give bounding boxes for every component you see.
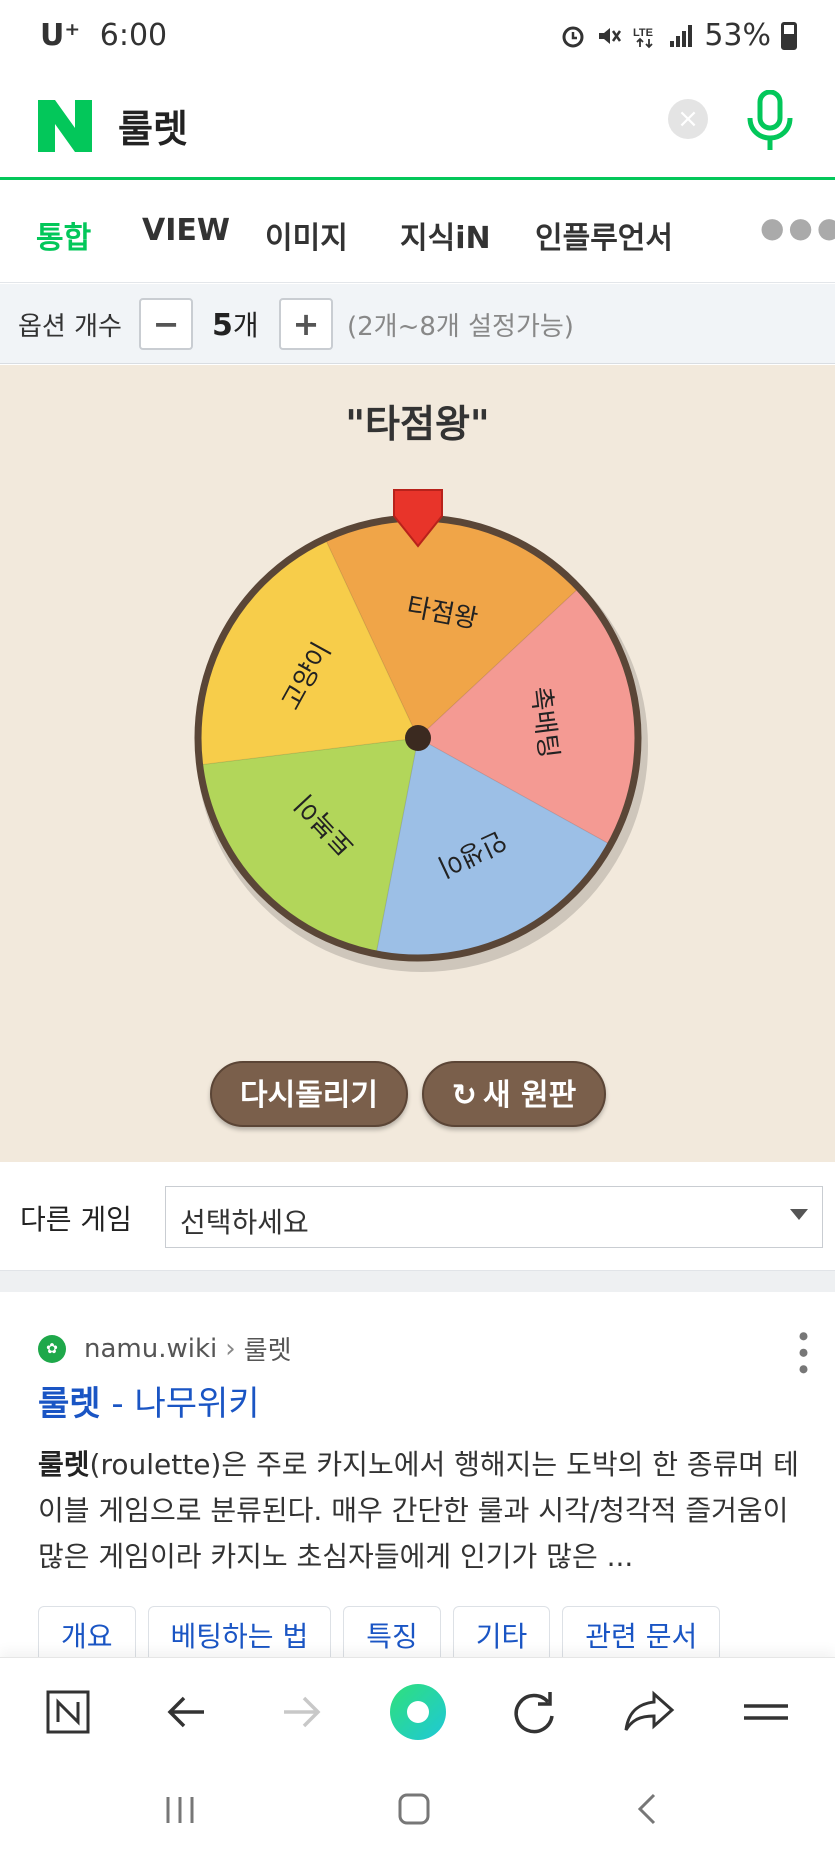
tab-images[interactable]: 이미지 <box>265 213 348 257</box>
decrease-button[interactable]: − <box>139 298 193 350</box>
forward-icon[interactable] <box>270 1680 334 1744</box>
roulette-wheel[interactable]: 타점왕촉배팅인생이토복이고양이 <box>150 468 686 1008</box>
home-icon[interactable] <box>384 1789 444 1829</box>
other-game-row: 다른 게임 선택하세요 <box>0 1162 835 1270</box>
result-title-main: 룰렛 <box>38 1384 101 1424</box>
namu-wiki-favicon-icon: ✿ <box>38 1334 66 1363</box>
search-query[interactable]: 룰렛 <box>118 98 188 153</box>
breadcrumb-separator: › <box>225 1333 236 1364</box>
share-icon[interactable] <box>618 1680 682 1744</box>
option-range-hint: (2개~8개 설정가능) <box>347 312 574 342</box>
tab-view[interactable]: VIEW <box>142 213 230 248</box>
back-nav-icon[interactable] <box>618 1789 678 1829</box>
recent-apps-icon[interactable] <box>150 1789 210 1829</box>
clear-search-button[interactable]: × <box>668 99 708 139</box>
battery-percent: 53% <box>704 18 771 53</box>
mic-icon[interactable] <box>745 90 795 152</box>
mute-icon <box>599 27 622 44</box>
game-select-value: 선택하세요 <box>180 1206 309 1239</box>
more-options-icon[interactable]: ••• <box>786 1328 819 1378</box>
naver-home-icon[interactable] <box>36 1680 100 1744</box>
search-result-card: ✿ namu.wiki › 룰렛 ••• 룰렛 - 나무위키 룰렛(roulet… <box>0 1292 835 1668</box>
tab-influencer[interactable]: 인플루언서 <box>535 213 673 257</box>
section-divider <box>0 1270 835 1292</box>
increase-button[interactable]: + <box>279 298 333 350</box>
snippet-text: (roulette)은 주로 카지노에서 행해지는 도박의 한 종류며 테이블 … <box>38 1448 799 1573</box>
green-dot-icon[interactable] <box>386 1680 450 1744</box>
spin-again-button[interactable]: 다시돌리기 <box>210 1061 408 1127</box>
option-count-value: 5개 <box>212 304 259 344</box>
search-header: 룰렛 × <box>0 78 835 180</box>
game-select[interactable]: 선택하세요 <box>165 1186 823 1248</box>
close-icon: × <box>677 104 699 134</box>
status-left: U⁺ 6:00 <box>40 18 167 53</box>
result-title-link[interactable]: 룰렛 - 나무위키 <box>38 1376 260 1425</box>
signal-icon <box>670 24 693 47</box>
new-wheel-label: 새 원판 <box>482 1078 577 1113</box>
option-count-row: 옵션 개수 − 5개 + (2개~8개 설정가능) <box>0 284 835 364</box>
status-right: LTE 53% <box>560 18 797 53</box>
back-icon[interactable] <box>154 1680 218 1744</box>
menu-icon[interactable] <box>734 1680 798 1744</box>
source-breadcrumb: 룰렛 <box>243 1336 292 1366</box>
roulette-panel: "타점왕" 타점왕 촉배팅 인생이 토복이 고양이 다시돌리기 ↻ 새 원판 <box>0 365 835 1162</box>
wheel-hub <box>405 725 431 751</box>
svg-text:LTE: LTE <box>633 27 653 39</box>
result-title-rest: - 나무위키 <box>100 1384 260 1424</box>
system-nav-bar <box>0 1763 835 1856</box>
roulette-result: "타점왕" <box>345 402 490 446</box>
tab-knowledge-in[interactable]: 지식iN <box>400 213 491 257</box>
status-bar: U⁺ 6:00 LTE 53% <box>0 0 835 78</box>
chevron-down-icon <box>790 1209 808 1220</box>
result-source[interactable]: ✿ namu.wiki › 룰렛 <box>38 1330 292 1367</box>
browser-toolbar <box>0 1657 835 1763</box>
lte-icon: LTE <box>633 27 653 48</box>
source-domain: namu.wiki <box>84 1333 218 1364</box>
refresh-icon[interactable] <box>502 1680 566 1744</box>
new-wheel-button[interactable]: ↻ 새 원판 <box>422 1061 606 1127</box>
tab-integrated[interactable]: 통합 <box>36 213 91 257</box>
refresh-icon: ↻ <box>451 1078 477 1113</box>
option-count-unit: 개 <box>232 309 259 342</box>
other-game-label: 다른 게임 <box>20 1203 132 1236</box>
more-tabs-icon[interactable]: ●●● <box>760 211 835 244</box>
battery-icon <box>781 21 797 50</box>
naver-logo-icon[interactable] <box>38 100 92 152</box>
option-count-label: 옵션 개수 <box>18 312 122 342</box>
search-tabs: 통합 VIEW 이미지 지식iN 인플루언서 ●●● <box>0 183 835 283</box>
snippet-keyword: 룰렛 <box>38 1448 90 1481</box>
clock: 6:00 <box>99 18 168 53</box>
option-count-number: 5 <box>212 308 233 343</box>
result-snippet: 룰렛(roulette)은 주로 카지노에서 행해지는 도박의 한 종류며 테이… <box>38 1442 818 1580</box>
alarm-icon <box>562 26 584 47</box>
carrier-label: U⁺ <box>40 18 81 53</box>
